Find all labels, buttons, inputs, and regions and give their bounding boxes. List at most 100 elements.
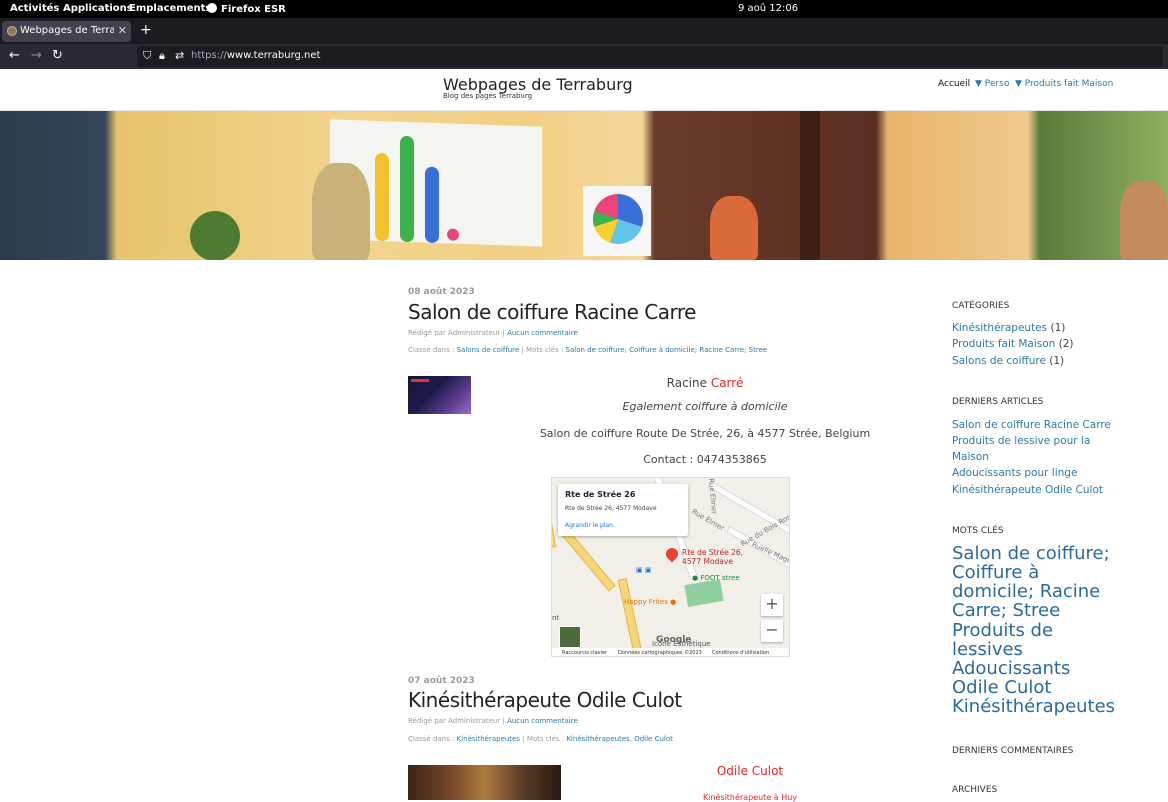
byline-text: Rédigé par Administrateur |	[408, 329, 505, 337]
tags-label: | Mots clés :	[522, 735, 565, 743]
category-link[interactable]: Salons de coiffure	[457, 346, 520, 354]
location-pin-icon[interactable]	[663, 545, 681, 563]
post-byline: Rédigé par Administrateur | Aucun commen…	[408, 717, 578, 725]
pin-label: Rte de Strée 26, 4577 Modave	[682, 548, 744, 566]
person-illustration-2	[710, 196, 758, 260]
shield-icon[interactable]: ⛉	[143, 49, 151, 63]
widget-title-tags: MOTS CLÉS	[952, 526, 1004, 536]
post-byline: Rédigé par Administrateur | Aucun commen…	[408, 329, 578, 337]
enlarge-map-link[interactable]: Agrandir le plan	[565, 522, 613, 529]
url-text[interactable]: https://www.terraburg.net	[191, 50, 320, 61]
map-data-credit: Données cartographiques ©2023	[618, 650, 702, 656]
menu-perso[interactable]: ▼ Perso	[975, 79, 1009, 89]
post-title[interactable]: Kinésithérapeute Odile Culot	[408, 688, 682, 712]
tag-cloud-link[interactable]: Salon de coiffure;	[952, 544, 1110, 563]
url-host: www.terraburg.net	[226, 50, 321, 61]
tag-cloud-link[interactable]: Adoucissants	[952, 659, 1070, 678]
map-footer: Raccourcis clavier Données cartographiqu…	[552, 648, 789, 656]
post-date: 08 août 2023	[408, 287, 475, 297]
filed-label: Classé dans :	[408, 346, 455, 354]
poi-happy-frites[interactable]: Happy Frites ●	[624, 598, 676, 606]
salon-subtitle: Egalement coiffure à domicile	[622, 400, 788, 413]
poi-edge-label: nt	[552, 614, 560, 622]
street-label-elmer: Rue Elmer	[690, 507, 726, 533]
permissions-icon[interactable]: ⇄	[175, 49, 184, 62]
street-label-magne: Ruelle Magne	[750, 540, 790, 568]
kine-name: Odile Culot	[716, 764, 784, 778]
tags-label: | Mots clés :	[521, 346, 564, 354]
plant-illustration	[190, 211, 240, 260]
keyboard-shortcuts-link[interactable]: Raccourcis clavier	[562, 650, 607, 656]
park-area	[684, 579, 724, 607]
activities-button[interactable]: Activités	[10, 3, 59, 14]
site-header: Webpages de Terraburg Blog des pages Ter…	[0, 69, 1168, 111]
map-info-title: Rte de Strée 26	[565, 490, 636, 499]
tag-cloud-link[interactable]: Odile Culot	[952, 678, 1051, 697]
recent-post-link[interactable]: Kinésithérapeute Odile Culot	[952, 484, 1103, 496]
tag-cloud-link[interactable]: Carre; Stree	[952, 601, 1060, 620]
lock-icon[interactable]: 🔒︎	[159, 49, 165, 63]
applications-menu[interactable]: Applications	[63, 3, 133, 14]
navigation-bar: ← → ↻ ⛉ 🔒︎ ⇄ https://www.terraburg.net	[0, 44, 1168, 69]
browser-tab[interactable]: Webpages de Terraburg ✕	[2, 21, 131, 42]
tab-title: Webpages de Terraburg	[20, 25, 114, 36]
places-menu[interactable]: Emplacements	[129, 3, 211, 14]
pie-chart-illustration	[583, 186, 651, 256]
category-link[interactable]: Kinésithérapeutes	[457, 735, 520, 743]
person-illustration-3	[1120, 181, 1168, 260]
map-zoom-in-button[interactable]: +	[761, 594, 783, 616]
tags-link[interactable]: Kinésithérapeutes, Odile Culot	[566, 735, 673, 743]
sidebar-category-link[interactable]: Kinésithérapeutes (1)	[952, 322, 1065, 334]
salon-contact: Contact : 0474353865	[643, 453, 767, 466]
map-info-card: Rte de Strée 26 Rte de Strée 26, 4577 Mo…	[558, 484, 688, 536]
kine-subtitle: Kinésithérapeute à Huy	[702, 793, 798, 802]
embedded-google-map[interactable]: Rte de Strée 26 Rte de Strée 26, 4577 Mo…	[551, 477, 790, 657]
satellite-toggle[interactable]	[559, 626, 581, 648]
forward-arrow-icon[interactable]: →	[31, 48, 42, 63]
clock[interactable]: 9 aoû 12:06	[738, 3, 798, 14]
bus-stop-icon[interactable]: ▣ ▣	[636, 566, 651, 574]
url-bar[interactable]: ⛉ 🔒︎ ⇄ https://www.terraburg.net	[137, 46, 1163, 67]
recent-post-link[interactable]: Produits de lessive pour la	[952, 435, 1090, 447]
sidebar-category-link[interactable]: Produits fait Maison (2)	[952, 338, 1074, 350]
map-zoom-out-button[interactable]: −	[761, 620, 783, 642]
tag-cloud-link[interactable]: Kinésithérapeutes	[952, 697, 1115, 716]
back-arrow-icon[interactable]: ←	[9, 48, 20, 63]
menu-produits-fait-maison[interactable]: ▼ Produits fait Maison	[1015, 79, 1113, 89]
tag-cloud-link[interactable]: lessives	[952, 640, 1023, 659]
kine-photo-image[interactable]	[408, 765, 561, 800]
reload-icon[interactable]: ↻	[52, 48, 63, 63]
recent-post-link[interactable]: Adoucissants pour linge	[952, 467, 1077, 479]
google-logo: Google	[656, 635, 692, 645]
post-taxonomy: Classé dans : Kinésithérapeutes | Mots c…	[408, 735, 673, 743]
app-name: Firefox ESR	[221, 4, 286, 15]
post-taxonomy: Classé dans : Salons de coiffure | Mots …	[408, 346, 767, 354]
poi-foot-stree[interactable]: ● FOOT stree	[692, 574, 740, 582]
site-tagline: Blog des pages Terraburg	[443, 92, 533, 100]
salon-logo-image[interactable]	[408, 376, 471, 414]
map-info-address: Rte de Strée 26, 4577 Modave	[565, 505, 657, 512]
tags-link[interactable]: Salon de coiffure; Coiffure à domicile; …	[566, 346, 768, 354]
post-title[interactable]: Salon de coiffure Racine Carre	[408, 300, 696, 324]
menu-home[interactable]: Accueil	[938, 79, 970, 89]
person-illustration	[312, 163, 370, 260]
widget-title-comments: DERNIERS COMMENTAIRES	[952, 746, 1074, 756]
site-favicon-icon	[7, 26, 17, 36]
tab-strip: Webpages de Terraburg ✕ +	[0, 18, 1168, 44]
byline-text: Rédigé par Administrateur |	[408, 717, 505, 725]
tag-cloud-link[interactable]: Produits de	[952, 621, 1053, 640]
post-date: 07 août 2023	[408, 676, 475, 686]
system-top-bar: Activités Applications Emplacements Fire…	[0, 0, 1168, 18]
new-tab-button[interactable]: +	[140, 22, 152, 38]
recent-post-link[interactable]: Maison	[952, 451, 989, 463]
tag-cloud-link[interactable]: Coiffure à	[952, 563, 1039, 582]
comments-link[interactable]: Aucun commentaire	[507, 717, 578, 725]
salon-name: Racine Carré	[666, 376, 744, 390]
tag-cloud-link[interactable]: domicile; Racine	[952, 582, 1100, 601]
sidebar-category-link[interactable]: Salons de coiffure (1)	[952, 355, 1064, 367]
close-tab-icon[interactable]: ✕	[118, 24, 127, 37]
comments-link[interactable]: Aucun commentaire	[507, 329, 578, 337]
app-menu[interactable]: Firefox ESR	[207, 3, 286, 15]
terms-link[interactable]: Conditions d'utilisation	[712, 650, 769, 656]
recent-post-link[interactable]: Salon de coiffure Racine Carre	[952, 419, 1111, 431]
